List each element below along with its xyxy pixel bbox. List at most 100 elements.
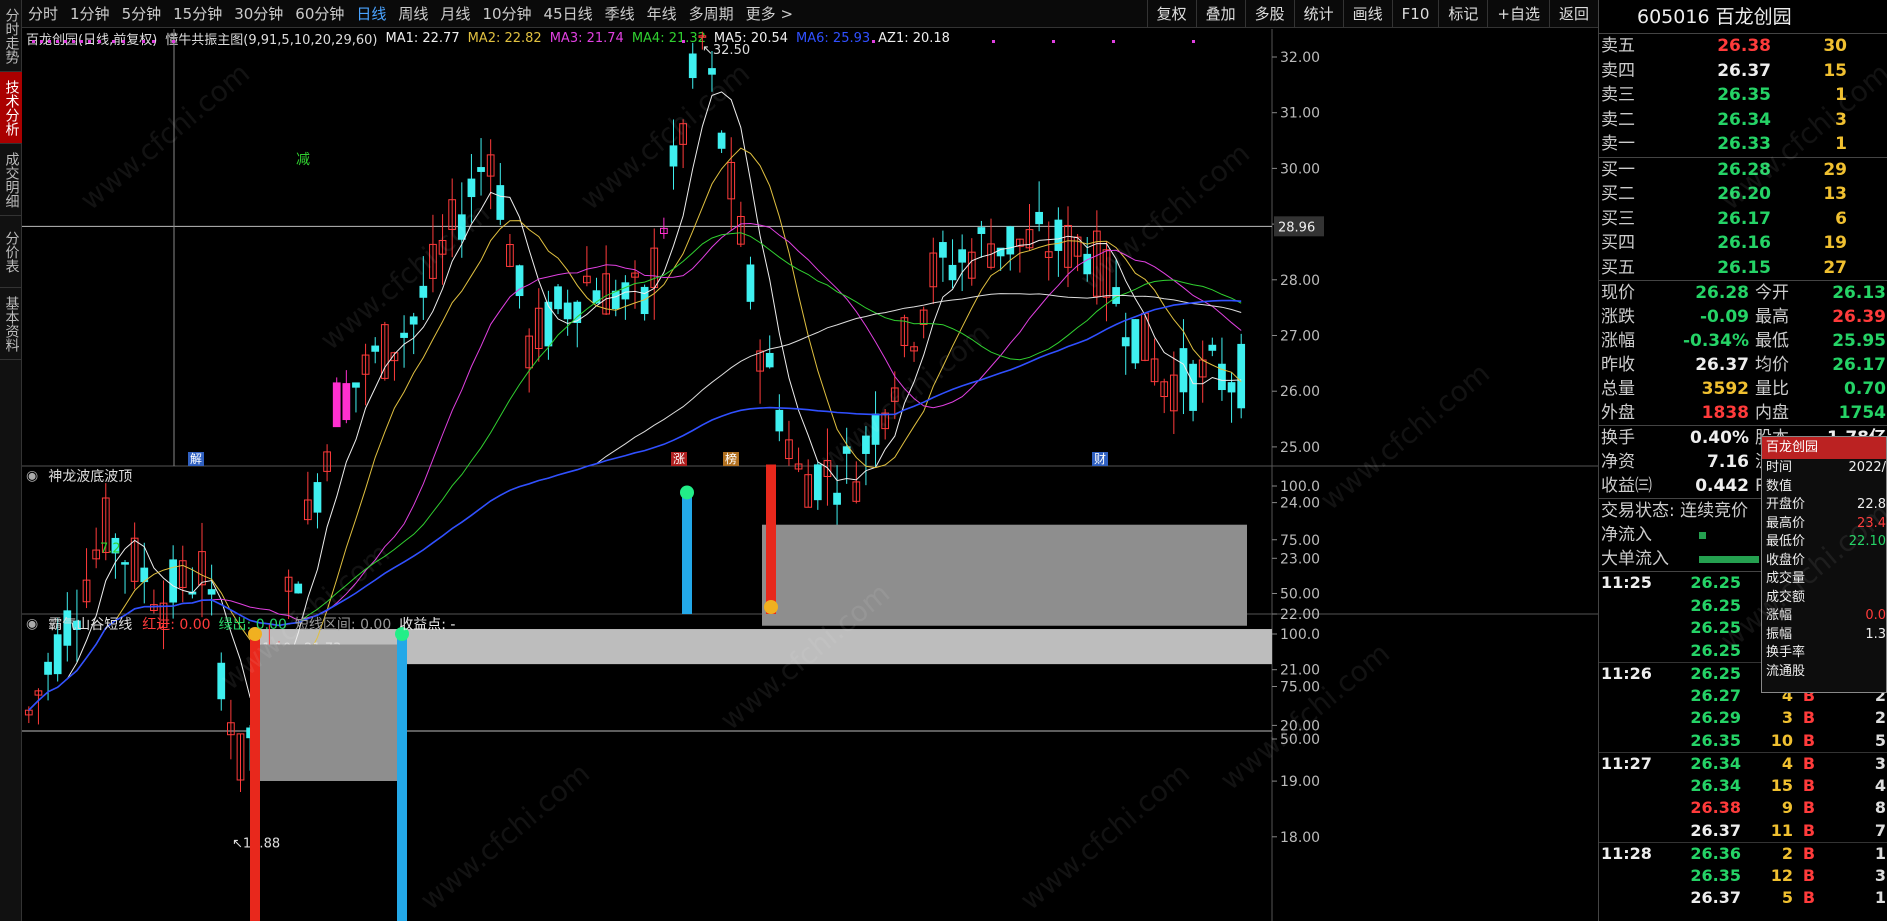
stat-value: 26.17: [1832, 355, 1886, 375]
tab-price-table[interactable]: 分价表: [0, 216, 22, 288]
signal-dot: [1112, 40, 1115, 43]
tick-time: 11:25: [1601, 573, 1652, 592]
tick-volume: 4: [1781, 754, 1793, 773]
signal-dot: [1192, 40, 1195, 43]
bid-book: 买一 26.28 29 买二 26.20 13 买三 26.17 6 买四 26.16 19 买五 26.…: [1599, 158, 1887, 281]
asks-row[interactable]: 卖五 26.38 30: [1599, 34, 1887, 59]
tick-row[interactable]: 11:28 26.36 2 B 1: [1599, 842, 1887, 865]
asks-row[interactable]: 卖四 26.37 15: [1599, 59, 1887, 84]
stat-value: 26.28: [1695, 283, 1749, 303]
popup-row: 成交额: [1762, 589, 1886, 608]
period-8[interactable]: 月线: [434, 3, 476, 24]
tick-price: 26.25: [1690, 664, 1741, 683]
asks-row[interactable]: 卖一 26.33 1: [1599, 132, 1887, 157]
period-9[interactable]: 10分钟: [476, 3, 537, 24]
asks-volume: 15: [1823, 60, 1847, 81]
panel1-axis-label: 75.00: [1280, 533, 1320, 549]
tick-volume: 3: [1781, 708, 1793, 727]
event-marker: 榜: [725, 451, 737, 466]
bids-row[interactable]: 买二 26.20 13: [1599, 182, 1887, 207]
stat-label: 均价: [1755, 355, 1789, 375]
asks-row[interactable]: 卖二 26.34 3: [1599, 108, 1887, 133]
tool-buttons: 复权 叠加 多股 统计 画线 F10 标记 +自选 返回: [1146, 0, 1598, 28]
kline-chart[interactable]: 32.0031.0030.0029.0028.0027.0026.0025.00…: [22, 29, 1598, 921]
tool-3[interactable]: 统计: [1293, 0, 1343, 28]
tick-volume: 11: [1770, 820, 1793, 840]
tool-2[interactable]: 多股: [1244, 0, 1294, 28]
period-1[interactable]: 1分钟: [64, 3, 116, 24]
signal-dot: [682, 40, 685, 43]
period-6[interactable]: 日线: [350, 3, 392, 24]
candle-body: [717, 132, 726, 149]
popup-row: 数值: [1762, 478, 1886, 497]
period-10[interactable]: 45日线: [538, 3, 599, 24]
tick-row[interactable]: 26.35 12 B 3: [1599, 865, 1887, 888]
asks-price: 26.37: [1717, 60, 1771, 81]
tool-8[interactable]: 返回: [1548, 0, 1598, 28]
bids-row[interactable]: 买三 26.17 6: [1599, 207, 1887, 232]
candle-body: [1121, 337, 1130, 347]
bids-row[interactable]: 买一 26.28 29: [1599, 158, 1887, 183]
candle-body: [977, 227, 986, 234]
collapse-icon[interactable]: ◉: [26, 468, 38, 484]
panel2-value-2: 短线区间: 0.00: [294, 617, 392, 633]
period-11[interactable]: 季线: [599, 3, 641, 24]
tick-row[interactable]: 26.34 15 B 4: [1599, 775, 1887, 798]
panel2-name: 霸气山谷短线: [48, 617, 133, 633]
panel1-title: ◉ 神龙波底波顶: [26, 466, 132, 486]
popup-label: 振幅: [1766, 626, 1793, 642]
period-3[interactable]: 15分钟: [167, 3, 228, 24]
event-marker: 解: [190, 452, 202, 466]
period-7[interactable]: 周线: [392, 3, 434, 24]
tick-row[interactable]: 26.29 3 B 2: [1599, 707, 1887, 730]
tool-0[interactable]: 复权: [1146, 0, 1196, 28]
tick-row[interactable]: 11:27 26.34 4 B 3: [1599, 752, 1887, 775]
side-tabs: 分时走势 技术分析 成交明细 分价表 基本资料: [0, 0, 22, 921]
signal-dot: [152, 40, 155, 43]
popup-value: 22.10: [1848, 534, 1886, 549]
bids-row[interactable]: 买四 26.16 19: [1599, 231, 1887, 256]
tab-basic-info[interactable]: 基本资料: [0, 288, 22, 360]
price-tick-label: 19.00: [1280, 774, 1320, 790]
candle-body: [400, 332, 408, 338]
signal-dot: [88, 40, 91, 43]
tool-5[interactable]: F10: [1391, 0, 1439, 28]
tool-1[interactable]: 叠加: [1195, 0, 1245, 28]
collapse-icon[interactable]: ◉: [26, 616, 38, 632]
period-2[interactable]: 5分钟: [116, 3, 168, 24]
bids-row[interactable]: 买五 26.15 27: [1599, 256, 1887, 281]
asks-row[interactable]: 卖三 26.35 1: [1599, 83, 1887, 108]
price-tick-label: 28.00: [1280, 273, 1320, 289]
tool-4[interactable]: 画线: [1342, 0, 1392, 28]
candle-body: [294, 583, 303, 594]
period-toolbar: 分时 1分钟 5分钟 15分钟 30分钟 60分钟 日线 周线 月线 10分钟 45日线 季线 年线 多周…: [22, 0, 1598, 28]
panel2-title: ◉ 霸气山谷短线 红进: 0.00 绿出: 0.00 短线区间: 0.00 收益点: …: [26, 614, 455, 634]
tick-count: 1: [1874, 844, 1886, 863]
tick-row[interactable]: 26.35 10 B 5: [1599, 730, 1887, 753]
tick-volume: 9: [1781, 798, 1793, 817]
tab-trades[interactable]: 成交明细: [0, 144, 22, 216]
period-12[interactable]: 年线: [641, 3, 683, 24]
tab-intraday[interactable]: 分时走势: [0, 0, 22, 72]
period-13[interactable]: 多周期: [683, 3, 740, 24]
stat-row: 昨收 26.37 均价 26.17: [1599, 353, 1887, 377]
tool-7[interactable]: +自选: [1487, 0, 1549, 28]
stat-value: -0.34%: [1682, 331, 1749, 351]
signal-dot: [56, 40, 59, 43]
period-0[interactable]: 分时: [22, 3, 64, 24]
period-14[interactable]: 更多 >: [740, 3, 799, 24]
tab-technical[interactable]: 技术分析: [0, 72, 22, 144]
tick-volume: 10: [1770, 730, 1793, 750]
tick-row[interactable]: 26.37 5 B 1: [1599, 887, 1887, 910]
tick-row[interactable]: 26.37 11 B 7: [1599, 820, 1887, 843]
popup-row: 涨幅 0.0: [1762, 607, 1886, 626]
period-5[interactable]: 60分钟: [289, 3, 350, 24]
period-4[interactable]: 30分钟: [228, 3, 289, 24]
signal-dot: [80, 40, 83, 43]
tick-count: 7: [1874, 820, 1886, 840]
tool-6[interactable]: 标记: [1438, 0, 1487, 28]
stat-label: 最低: [1755, 331, 1789, 351]
tick-row[interactable]: 26.38 9 B 8: [1599, 797, 1887, 820]
panel1-blue-bar: [682, 496, 692, 614]
popup-row: 开盘价 22.8: [1762, 496, 1886, 515]
